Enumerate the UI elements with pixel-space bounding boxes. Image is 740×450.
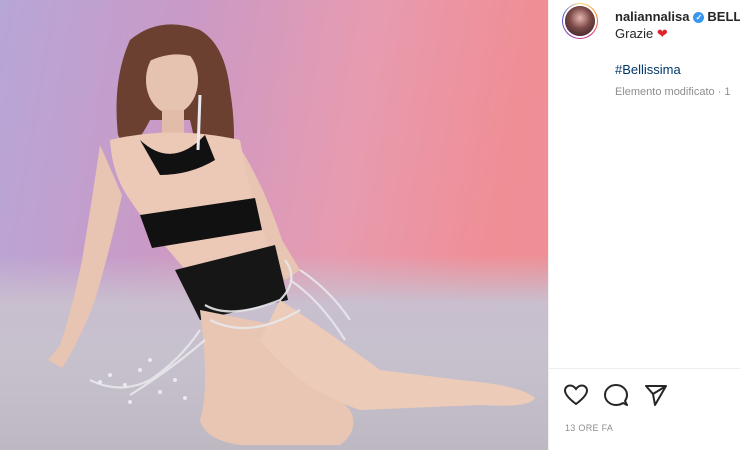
paper-plane-icon	[645, 385, 667, 406]
share-button[interactable]	[643, 382, 669, 408]
post-timestamp[interactable]: 13 ORE FA	[565, 423, 613, 433]
comment-button[interactable]	[603, 382, 629, 408]
comment-bubble-icon	[604, 384, 628, 406]
photo-subject	[48, 24, 535, 445]
avatar[interactable]	[565, 6, 595, 36]
hashtag-link[interactable]: #Bellissima	[615, 62, 681, 77]
actions-divider	[549, 368, 740, 369]
heart-outline-icon	[563, 384, 589, 406]
red-heart-emoji: ❤	[656, 26, 668, 41]
avatar-ring[interactable]	[562, 3, 598, 39]
verified-badge-icon: ✓	[693, 12, 705, 24]
post-photo[interactable]	[0, 0, 548, 450]
caption-start: BELLI	[707, 9, 740, 24]
post-side-panel: naliannalisa✓BELLI Grazie ❤ #Bellissima …	[548, 0, 740, 450]
edited-label: Elemento modificato · 1	[615, 86, 731, 98]
caption-line: Grazie ❤	[615, 26, 668, 42]
username-link[interactable]: naliannalisa	[615, 9, 689, 24]
username-line: naliannalisa ✓BELLI	[615, 9, 740, 24]
caption-text: Grazie	[615, 26, 654, 41]
like-button[interactable]	[563, 382, 589, 408]
